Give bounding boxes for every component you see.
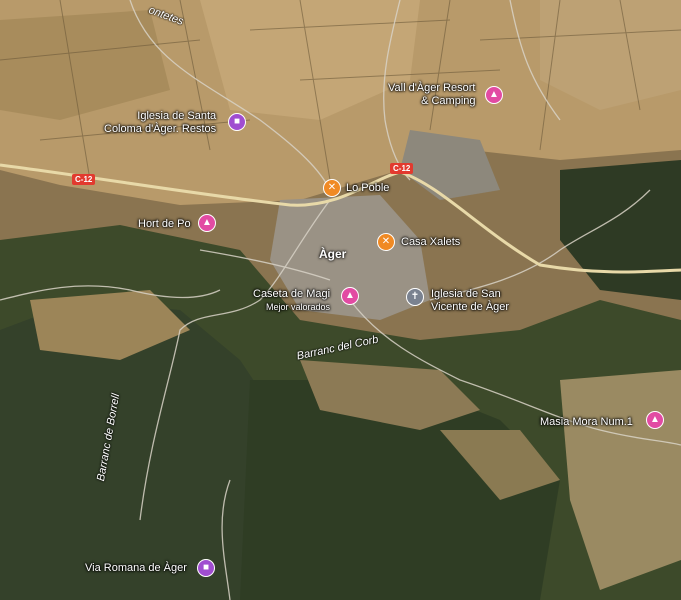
satellite-map[interactable] xyxy=(0,0,681,600)
place-label-vall-dager-resort[interactable]: Vall d'Àger Resort & Camping xyxy=(388,82,476,108)
place-label-caseta-de-magi[interactable]: Caseta de Magi Mejor valorados xyxy=(253,288,330,314)
place-name: Casa Xalets xyxy=(401,236,461,248)
hotel-pin-icon[interactable]: ▲ xyxy=(646,411,664,429)
place-label-lo-poble[interactable]: Lo Poble xyxy=(346,182,389,195)
landmark-pin-icon[interactable]: ■ xyxy=(197,559,215,577)
hotel-pin-icon[interactable]: ▲ xyxy=(341,287,359,305)
place-label-casa-xalets[interactable]: Casa Xalets xyxy=(401,236,460,249)
restaurant-pin-icon[interactable]: ✕ xyxy=(323,179,341,197)
place-name-line2: Coloma d'Àger. Restos xyxy=(104,123,217,135)
place-name: Iglesia de San xyxy=(431,288,501,300)
hotel-pin-icon[interactable]: ▲ xyxy=(198,214,216,232)
place-name: Vall d'Àger Resort xyxy=(388,82,476,94)
place-name: Iglesia de Santa xyxy=(137,110,217,122)
place-name: Lo Poble xyxy=(346,182,390,194)
road-shield-c12-east: C-12 xyxy=(390,163,414,174)
hotel-pin-icon[interactable]: ▲ xyxy=(485,86,503,104)
place-name: Caseta de Magi xyxy=(253,288,331,300)
place-name-line2: Vicente de Àger xyxy=(431,301,510,313)
town-label-ager[interactable]: Àger xyxy=(319,247,346,261)
place-label-iglesia-santa-coloma[interactable]: Iglesia de Santa Coloma d'Àger. Restos xyxy=(104,110,216,136)
place-name: Via Romana de Àger xyxy=(85,562,187,574)
place-name-line2: & Camping xyxy=(421,95,476,107)
place-name: Hort de Po xyxy=(138,218,191,230)
place-label-via-romana[interactable]: Via Romana de Àger xyxy=(85,562,187,575)
place-label-iglesia-san-vicente[interactable]: Iglesia de San Vicente de Àger xyxy=(431,288,509,314)
road-shield-c12-west: C-12 xyxy=(72,174,96,185)
place-label-hort-de-po[interactable]: Hort de Po xyxy=(138,218,191,231)
landmark-pin-icon[interactable]: ■ xyxy=(228,113,246,131)
place-name: Masia Mora Num.1 xyxy=(540,416,633,428)
place-subtitle: Mejor valorados xyxy=(266,302,331,312)
restaurant-pin-icon[interactable]: ✕ xyxy=(377,233,395,251)
place-label-masia-mora[interactable]: Masia Mora Num.1 xyxy=(540,416,633,429)
church-pin-icon[interactable]: ✝ xyxy=(406,288,424,306)
